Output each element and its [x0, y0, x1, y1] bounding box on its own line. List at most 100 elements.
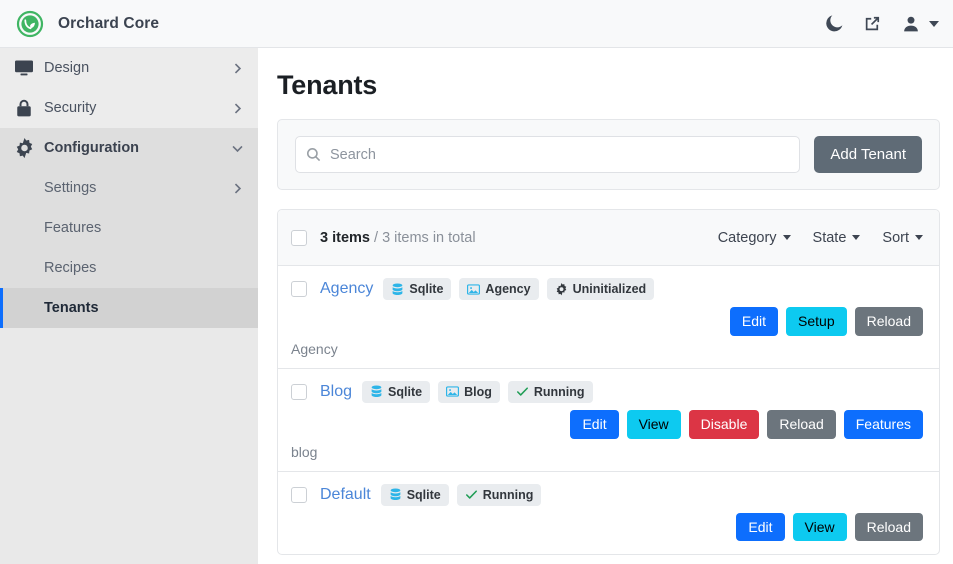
- status-badge-label: Sqlite: [406, 487, 441, 502]
- search-row: Add Tenant: [295, 136, 922, 173]
- tenant-row-header: Agency Sqlite Agency Uninitialized: [291, 278, 923, 300]
- user-icon[interactable]: [902, 15, 920, 33]
- sidebar-item-configuration[interactable]: Configuration: [0, 128, 258, 168]
- status-badge-label: Agency: [485, 282, 531, 296]
- status-badge: Sqlite: [383, 278, 452, 300]
- add-tenant-button[interactable]: Add Tenant: [814, 136, 922, 173]
- sidebar-item-features[interactable]: Features: [0, 208, 258, 248]
- status-badge-label: Sqlite: [409, 282, 444, 296]
- tenant-name-link[interactable]: Blog: [320, 383, 352, 401]
- tenant-row: Blog Sqlite Blog Running Edit View Disable Relo…: [278, 369, 939, 472]
- select-all-checkbox[interactable]: [291, 229, 307, 246]
- sort-dropdown[interactable]: Sort: [882, 230, 923, 246]
- tenant-description: blog: [291, 443, 318, 460]
- chevron-down-icon[interactable]: [929, 20, 939, 27]
- caret-down-icon: [852, 235, 861, 240]
- sidebar-item-security[interactable]: Security: [0, 88, 258, 128]
- tenant-checkbox[interactable]: [291, 383, 307, 400]
- status-badge-label: Blog: [464, 384, 492, 399]
- search-field-wrapper[interactable]: [295, 136, 801, 173]
- monitor-icon: [14, 58, 44, 78]
- sidebar-item-label: Security: [44, 100, 97, 116]
- sidebar-item-label: Design: [44, 60, 90, 76]
- chevron-right-icon: [231, 182, 244, 195]
- tenant-description: Agency: [291, 340, 338, 357]
- tenant-list-header: 3 items / 3 items in total Category Stat…: [278, 210, 939, 266]
- status-badge-label: Running: [482, 487, 534, 502]
- database-icon: [389, 488, 402, 501]
- brand-name: Orchard Core: [58, 14, 160, 32]
- status-badge: Sqlite: [380, 483, 449, 506]
- status-badge: Running: [507, 380, 593, 403]
- tenant-badges: Sqlite Running: [380, 483, 542, 506]
- state-dropdown[interactable]: State: [813, 230, 861, 246]
- item-count-total: / 3 items in total: [369, 229, 476, 246]
- sidebar-item-label: Configuration: [44, 140, 140, 156]
- view-button[interactable]: View: [792, 512, 847, 542]
- sidebar-item-label: Settings: [44, 180, 97, 196]
- features-button[interactable]: Features: [843, 409, 923, 439]
- status-badge: Blog: [438, 380, 500, 403]
- sidebar-item-label: Features: [44, 220, 102, 236]
- sort-dropdown-label: Sort: [882, 229, 909, 246]
- sidebar-item-settings[interactable]: Settings: [0, 168, 258, 208]
- tenant-action-buttons: Edit View Reload: [291, 512, 923, 542]
- view-button[interactable]: View: [626, 409, 681, 439]
- reload-button[interactable]: Reload: [854, 307, 923, 336]
- tenant-name-link[interactable]: Default: [320, 486, 371, 504]
- edit-button[interactable]: Edit: [736, 512, 785, 542]
- sidebar-item-design[interactable]: Design: [0, 48, 258, 88]
- image-icon: [446, 385, 460, 398]
- sidebar-item-recipes[interactable]: Recipes: [0, 248, 258, 288]
- top-bar: Orchard Core: [0, 0, 953, 48]
- external-link-icon[interactable]: [864, 15, 881, 32]
- sidebar-group-configuration: Configuration Settings Features Recipes …: [0, 128, 258, 328]
- status-badge: Uninitialized: [546, 278, 655, 300]
- chevron-right-icon: [231, 62, 244, 75]
- caret-down-icon: [782, 235, 791, 240]
- sidebar-item-label: Recipes: [44, 260, 97, 276]
- setup-button[interactable]: Setup: [786, 307, 847, 336]
- tenant-row-header: Blog Sqlite Blog Running: [291, 380, 923, 403]
- brand[interactable]: Orchard Core: [16, 10, 159, 38]
- reload-button[interactable]: Reload: [767, 409, 836, 439]
- sidebar-empty-space: [0, 328, 258, 564]
- tenant-checkbox[interactable]: [291, 486, 307, 503]
- tenant-badges: Sqlite Agency Uninitialized: [383, 278, 655, 300]
- state-dropdown-label: State: [812, 229, 847, 246]
- lock-icon: [14, 98, 44, 118]
- disable-button[interactable]: Disable: [688, 409, 760, 439]
- main-content: Tenants Add Tenant 3 items /: [258, 48, 953, 564]
- list-filters: Category State Sort: [718, 230, 923, 246]
- tenant-checkbox[interactable]: [291, 281, 307, 297]
- page-title: Tenants: [277, 70, 378, 100]
- tenant-action-buttons: Edit View Disable Reload Features: [291, 409, 923, 439]
- status-badge-label: Running: [533, 384, 585, 399]
- edit-button[interactable]: Edit: [570, 409, 619, 439]
- sidebar-item-label: Tenants: [44, 300, 99, 316]
- status-badge-label: Sqlite: [388, 384, 423, 399]
- search-input[interactable]: [328, 137, 790, 172]
- tenant-rows: Agency Sqlite Agency Uninitialized Edit Setup…: [278, 266, 939, 554]
- tenant-action-buttons: Edit Setup Reload: [291, 307, 923, 336]
- status-badge-label: Uninitialized: [572, 282, 647, 296]
- sidebar-item-tenants[interactable]: Tenants: [0, 288, 258, 328]
- chevron-down-icon: [231, 142, 244, 155]
- category-dropdown[interactable]: Category: [718, 230, 791, 246]
- status-badge: Sqlite: [362, 380, 431, 403]
- moon-icon[interactable]: [826, 15, 843, 32]
- orchard-core-logo-icon: [16, 10, 44, 38]
- topbar-actions: [826, 15, 939, 33]
- tenant-description-spacer: [291, 541, 923, 543]
- chevron-right-icon: [231, 102, 244, 115]
- gear-icon: [555, 282, 568, 296]
- search-card: Add Tenant: [277, 119, 940, 190]
- reload-button[interactable]: Reload: [854, 512, 923, 542]
- tenant-row: Default Sqlite Running Edit View Reload: [278, 472, 939, 555]
- tenant-name-link[interactable]: Agency: [320, 280, 373, 298]
- category-dropdown-label: Category: [717, 229, 777, 246]
- gear-icon: [14, 137, 44, 159]
- item-count-bold: 3 items: [320, 229, 370, 246]
- sidebar: Design Security Configuration Settings F…: [0, 48, 258, 564]
- edit-button[interactable]: Edit: [729, 307, 779, 336]
